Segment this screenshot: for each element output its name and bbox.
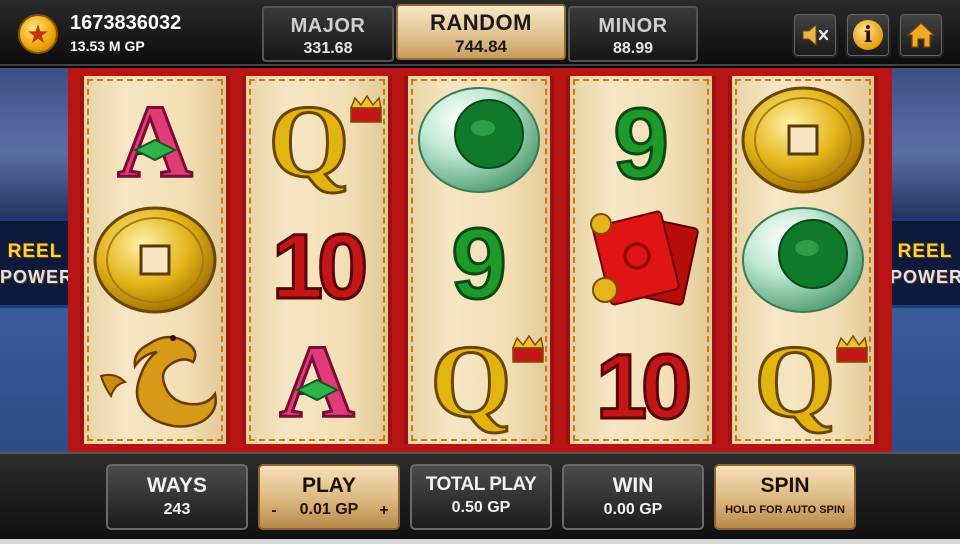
- reel-cell: 10: [570, 320, 712, 440]
- reel-cell: [570, 200, 712, 320]
- spin-button[interactable]: SPIN HOLD FOR AUTO SPIN: [714, 464, 856, 530]
- symbol-q: Q: [429, 323, 544, 441]
- reel-cell: 10: [246, 200, 388, 320]
- svg-text:Q: Q: [755, 324, 836, 439]
- reel-cell: Q: [408, 320, 550, 441]
- win-panel: WIN 0.00 GP: [562, 464, 704, 530]
- side-background-left: REEL POWER: [0, 68, 74, 452]
- reel-1: A: [80, 76, 230, 444]
- top-bar: ★ 1673836032 13.53 M GP MAJOR 331.68 RAN…: [0, 0, 960, 66]
- play-increase-button[interactable]: +: [376, 502, 392, 520]
- reel-power-line1: REEL: [7, 241, 63, 262]
- symbol-dragon-icon: [99, 335, 217, 428]
- play-label: PLAY: [301, 474, 357, 497]
- reel-cell: [408, 80, 550, 200]
- mute-button[interactable]: [792, 12, 838, 58]
- reel-power-line1: REEL: [897, 241, 953, 262]
- jackpot-minor-label: MINOR: [598, 15, 668, 37]
- symbol-q: Q: [267, 83, 382, 201]
- ways-panel: WAYS 243: [106, 464, 248, 530]
- symbol-q: Q: [753, 323, 868, 441]
- player-balance: 13.53 M GP: [70, 38, 145, 54]
- total-play-value: 0.50 GP: [451, 499, 511, 516]
- reel-3: 9Q: [404, 76, 554, 444]
- svg-text:Q: Q: [269, 84, 350, 199]
- jackpot-major: MAJOR 331.68: [262, 6, 394, 62]
- reel-2: Q 10A: [242, 76, 392, 444]
- svg-text:10: 10: [272, 216, 365, 318]
- mute-speaker-icon: [802, 23, 829, 47]
- reel-power-line2: POWER: [0, 267, 74, 287]
- symbol-a: A: [116, 83, 194, 201]
- reel-cell: Q: [732, 320, 874, 441]
- bottom-strip: [0, 539, 960, 544]
- jackpot-minor: MINOR 88.99: [568, 6, 698, 62]
- bottom-bar: WAYS 243 PLAY 0.01 GP - + TOTAL PLAY 0.5…: [0, 452, 960, 544]
- symbol-jade-icon: [418, 87, 540, 193]
- ways-label: WAYS: [147, 474, 207, 497]
- info-icon: i: [853, 20, 883, 50]
- reel-cell: [84, 200, 226, 320]
- symbol-10: 10: [594, 335, 696, 440]
- svg-text:10: 10: [596, 336, 689, 438]
- side-background-right: REEL POWER: [890, 68, 960, 452]
- reel-frame: AQ10A9Q910Q: [68, 68, 892, 452]
- play-panel: PLAY 0.01 GP - +: [258, 464, 400, 530]
- ways-value: 243: [163, 501, 191, 518]
- reel-cell: [84, 320, 226, 440]
- jackpot-random-label: RANDOM: [430, 10, 532, 35]
- reel-power-logo-right: REEL POWER: [890, 218, 960, 308]
- reel-cell: [732, 80, 874, 200]
- jackpot-major-label: MAJOR: [290, 15, 366, 37]
- play-decrease-button[interactable]: -: [266, 502, 282, 520]
- home-button[interactable]: [898, 12, 944, 58]
- home-icon: [906, 22, 936, 48]
- total-play-label: TOTAL PLAY: [425, 474, 537, 495]
- symbol-9: 9: [612, 87, 671, 202]
- jackpot-minor-value: 88.99: [612, 40, 654, 57]
- svg-text:9: 9: [613, 88, 669, 200]
- reel-cell: A: [84, 80, 226, 201]
- symbol-10: 10: [270, 215, 372, 320]
- symbol-envelope-icon: [590, 210, 699, 306]
- symbol-a: A: [278, 323, 356, 441]
- reel-power-logo-left: REEL POWER: [0, 218, 74, 308]
- reel-cell: [732, 200, 874, 320]
- jackpot-major-value: 331.68: [303, 40, 353, 57]
- player-id: 1673836032: [70, 12, 182, 34]
- reel-cell: Q: [246, 80, 388, 201]
- coin-star-icon: ★: [18, 14, 58, 54]
- reel-cell: A: [246, 320, 388, 441]
- reel-cell: 9: [408, 200, 550, 322]
- svg-text:Q: Q: [431, 324, 512, 439]
- reel-cell: 9: [570, 80, 712, 202]
- symbol-coin-icon: [741, 86, 865, 194]
- total-play-panel: TOTAL PLAY 0.50 GP: [410, 464, 552, 530]
- spin-label: SPIN: [760, 474, 810, 497]
- symbol-jade-icon: [742, 207, 864, 313]
- reel-5: Q: [728, 76, 878, 444]
- jackpot-random-value: 744.84: [455, 37, 507, 56]
- jackpot-random: RANDOM 744.84: [396, 4, 566, 60]
- reel-power-line2: POWER: [890, 267, 960, 287]
- win-label: WIN: [612, 474, 654, 497]
- spin-hint: HOLD FOR AUTO SPIN: [725, 504, 845, 516]
- symbol-9: 9: [450, 207, 509, 322]
- info-button[interactable]: i: [845, 12, 891, 58]
- win-value: 0.00 GP: [603, 501, 663, 518]
- svg-text:9: 9: [451, 208, 507, 320]
- symbol-coin-icon: [93, 206, 217, 314]
- reel-4: 9 10: [566, 76, 716, 444]
